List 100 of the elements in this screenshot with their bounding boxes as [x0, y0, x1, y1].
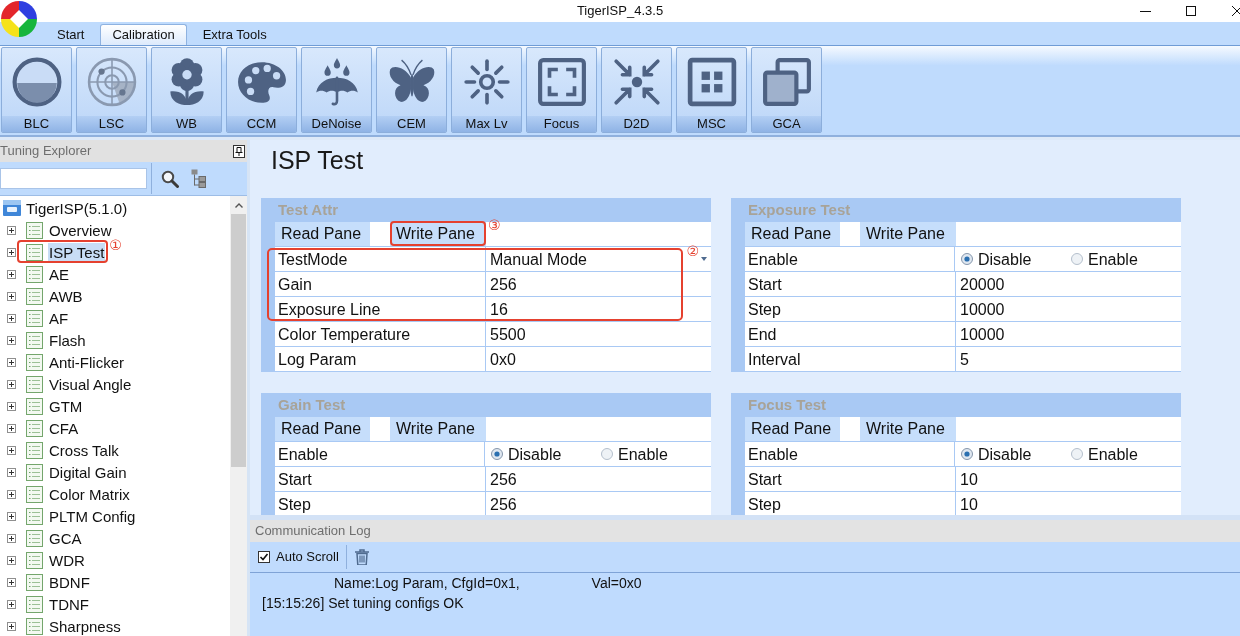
expand-icon[interactable] — [7, 313, 16, 323]
expand-icon[interactable] — [7, 423, 16, 433]
radio-option[interactable]: Enable — [1071, 444, 1181, 464]
ribbon-button[interactable]: GCA — [751, 47, 822, 133]
value-field[interactable]: 5500 — [490, 324, 526, 344]
value-field[interactable]: 256 — [490, 274, 517, 294]
list-icon — [26, 309, 43, 327]
ribbon-button[interactable]: DeNoise — [301, 47, 372, 133]
expand-icon[interactable] — [7, 533, 16, 543]
expand-icon[interactable] — [7, 599, 16, 609]
radio-option[interactable]: Disable — [961, 444, 1071, 464]
radio-icon[interactable] — [961, 448, 973, 460]
pane-tab[interactable]: Read Pane — [745, 222, 840, 246]
radio-icon[interactable] — [1071, 448, 1083, 460]
ribbon-button[interactable]: D2D — [601, 47, 672, 133]
pin-button[interactable] — [233, 144, 245, 158]
caret-icon[interactable] — [701, 257, 707, 261]
tree-item[interactable]: PLTM Config — [48, 506, 137, 526]
tree-item[interactable]: CFA — [48, 418, 80, 438]
expand-icon[interactable] — [7, 335, 16, 345]
tree-item[interactable]: Overview — [48, 220, 113, 240]
pane-tab[interactable]: Read Pane — [275, 222, 370, 246]
pane-tab[interactable]: Read Pane — [745, 417, 840, 441]
expand-icon[interactable] — [7, 357, 16, 367]
tree-item[interactable]: Cross Talk — [48, 440, 120, 460]
ribbon-button[interactable]: MSC — [676, 47, 747, 133]
expand-icon[interactable] — [7, 269, 16, 279]
tree-item[interactable]: AF — [48, 308, 70, 328]
ribbon-tab[interactable]: Start — [45, 24, 97, 45]
value-field[interactable]: 10 — [960, 494, 978, 514]
expand-icon[interactable] — [7, 225, 16, 235]
value-field[interactable]: 10000 — [960, 324, 1005, 344]
expand-icon[interactable] — [7, 401, 16, 411]
tree-item[interactable]: TDNF — [48, 594, 90, 614]
radio-option[interactable]: Enable — [1071, 249, 1181, 269]
search-button[interactable] — [161, 169, 179, 188]
hierarchy-icon — [191, 169, 206, 188]
tree-item[interactable]: GCA — [48, 528, 83, 548]
expand-icon[interactable] — [7, 247, 16, 257]
value-field[interactable]: 256 — [490, 494, 517, 514]
tree-item[interactable]: BDNF — [48, 572, 91, 592]
pane-tab[interactable]: Write Pane — [860, 417, 956, 441]
value-field[interactable]: 10000 — [960, 299, 1005, 319]
value-field[interactable]: 0x0 — [490, 349, 516, 369]
ribbon-button[interactable]: BLC — [1, 47, 72, 133]
search-field[interactable] — [0, 168, 147, 189]
pane-tab[interactable]: Write Pane — [860, 222, 956, 246]
ribbon-button[interactable]: Max Lv — [451, 47, 522, 133]
radio-icon[interactable] — [961, 253, 973, 265]
radio-icon[interactable] — [1071, 253, 1083, 265]
expand-icon[interactable] — [7, 489, 16, 499]
tree-item[interactable]: ISP Test — [48, 242, 106, 262]
ribbon-tab[interactable]: Extra Tools — [190, 24, 279, 45]
expand-icon[interactable] — [7, 379, 16, 389]
tree-item[interactable]: Anti-Flicker — [48, 352, 125, 372]
tree-item[interactable]: Visual Angle — [48, 374, 133, 394]
value-field[interactable]: 5 — [960, 349, 969, 369]
tree-item[interactable]: AWB — [48, 286, 84, 306]
radio-option[interactable]: Enable — [601, 444, 711, 464]
tree-item[interactable]: Color Matrix — [48, 484, 131, 504]
expand-icon[interactable] — [7, 467, 16, 477]
value-field[interactable]: 20000 — [960, 274, 1005, 294]
ribbon-button[interactable]: WB — [151, 47, 222, 133]
list-icon — [26, 353, 43, 371]
expand-icon[interactable] — [7, 621, 16, 631]
tree-item[interactable]: GTM — [48, 396, 84, 416]
ribbon-button[interactable]: CEM — [376, 47, 447, 133]
clear-button[interactable] — [354, 549, 369, 565]
checkbox[interactable] — [258, 551, 270, 563]
expand-icon[interactable] — [7, 577, 16, 587]
value-field[interactable]: 10 — [960, 469, 978, 489]
ribbon-button[interactable]: Focus — [526, 47, 597, 133]
expand-icon[interactable] — [7, 291, 16, 301]
tree-root[interactable]: TigerISP(5.1.0) — [26, 198, 128, 218]
value-field[interactable]: 16 — [490, 299, 508, 319]
field-label: Enable — [748, 444, 798, 464]
tree-view-button[interactable] — [191, 169, 206, 188]
field-label: Step — [748, 299, 781, 319]
radio-icon[interactable] — [601, 448, 613, 460]
tree-item[interactable]: Sharpness — [48, 616, 122, 636]
checkbox-label[interactable]: Auto Scroll — [276, 549, 339, 565]
pane-tab[interactable]: Write Pane — [390, 417, 486, 441]
list-icon — [26, 551, 43, 569]
pane-tab[interactable]: Read Pane — [275, 417, 370, 441]
value-field[interactable]: 256 — [490, 469, 517, 489]
dropdown-value[interactable]: Manual Mode — [490, 249, 587, 269]
radio-icon[interactable] — [491, 448, 503, 460]
expand-icon[interactable] — [7, 445, 16, 455]
expand-icon[interactable] — [7, 555, 16, 565]
ribbon-button[interactable]: LSC — [76, 47, 147, 133]
ribbon-button[interactable]: CCM — [226, 47, 297, 133]
ribbon-tab[interactable]: Calibration — [100, 24, 187, 45]
scrollbar-thumb[interactable] — [231, 214, 246, 467]
tree-item[interactable]: Digital Gain — [48, 462, 128, 482]
tree-item[interactable]: AE — [48, 264, 70, 284]
tree-item[interactable]: WDR — [48, 550, 86, 570]
radio-option[interactable]: Disable — [491, 444, 601, 464]
tree-item[interactable]: Flash — [48, 330, 87, 350]
expand-icon[interactable] — [7, 511, 16, 521]
radio-option[interactable]: Disable — [961, 249, 1071, 269]
